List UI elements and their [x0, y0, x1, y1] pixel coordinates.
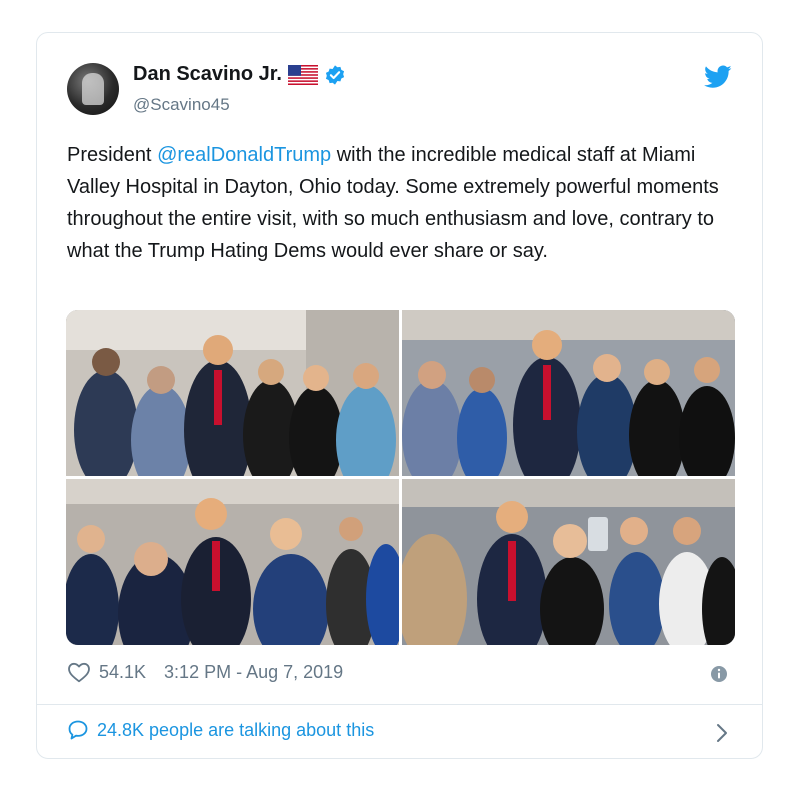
verified-badge-icon — [324, 64, 346, 86]
heart-icon[interactable] — [67, 661, 91, 683]
twitter-bird-icon[interactable] — [704, 65, 732, 89]
photo-2[interactable] — [402, 310, 735, 476]
author-name[interactable]: Dan Scavino Jr. — [133, 63, 282, 86]
tweet-text: President @realDonaldTrump with the incr… — [67, 139, 739, 267]
info-icon[interactable] — [710, 665, 728, 683]
us-flag-icon — [287, 64, 318, 85]
media-grid — [66, 310, 735, 645]
avatar[interactable] — [67, 63, 119, 115]
speech-bubble-icon — [67, 719, 89, 741]
conversation-label[interactable]: 24.8K people are talking about this — [97, 720, 374, 741]
divider — [37, 704, 762, 705]
photo-4[interactable] — [402, 479, 735, 645]
like-count[interactable]: 54.1K — [99, 662, 146, 683]
timestamp[interactable]: 3:12 PM - Aug 7, 2019 — [164, 662, 343, 683]
photo-3[interactable] — [66, 479, 399, 645]
tweet-meta: 54.1K 3:12 PM - Aug 7, 2019 — [67, 661, 343, 683]
mention-link[interactable]: @realDonaldTrump — [157, 144, 331, 166]
author-row: Dan Scavino Jr. — [133, 63, 346, 86]
tweet-text-before: President — [67, 144, 158, 166]
chevron-right-icon[interactable] — [716, 723, 728, 743]
photo-1[interactable] — [66, 310, 399, 476]
tweet-card[interactable]: Dan Scavino Jr. @Scavino45 President @re… — [36, 32, 763, 759]
conversation-link[interactable]: 24.8K people are talking about this — [67, 719, 374, 741]
author-handle[interactable]: @Scavino45 — [133, 95, 230, 115]
